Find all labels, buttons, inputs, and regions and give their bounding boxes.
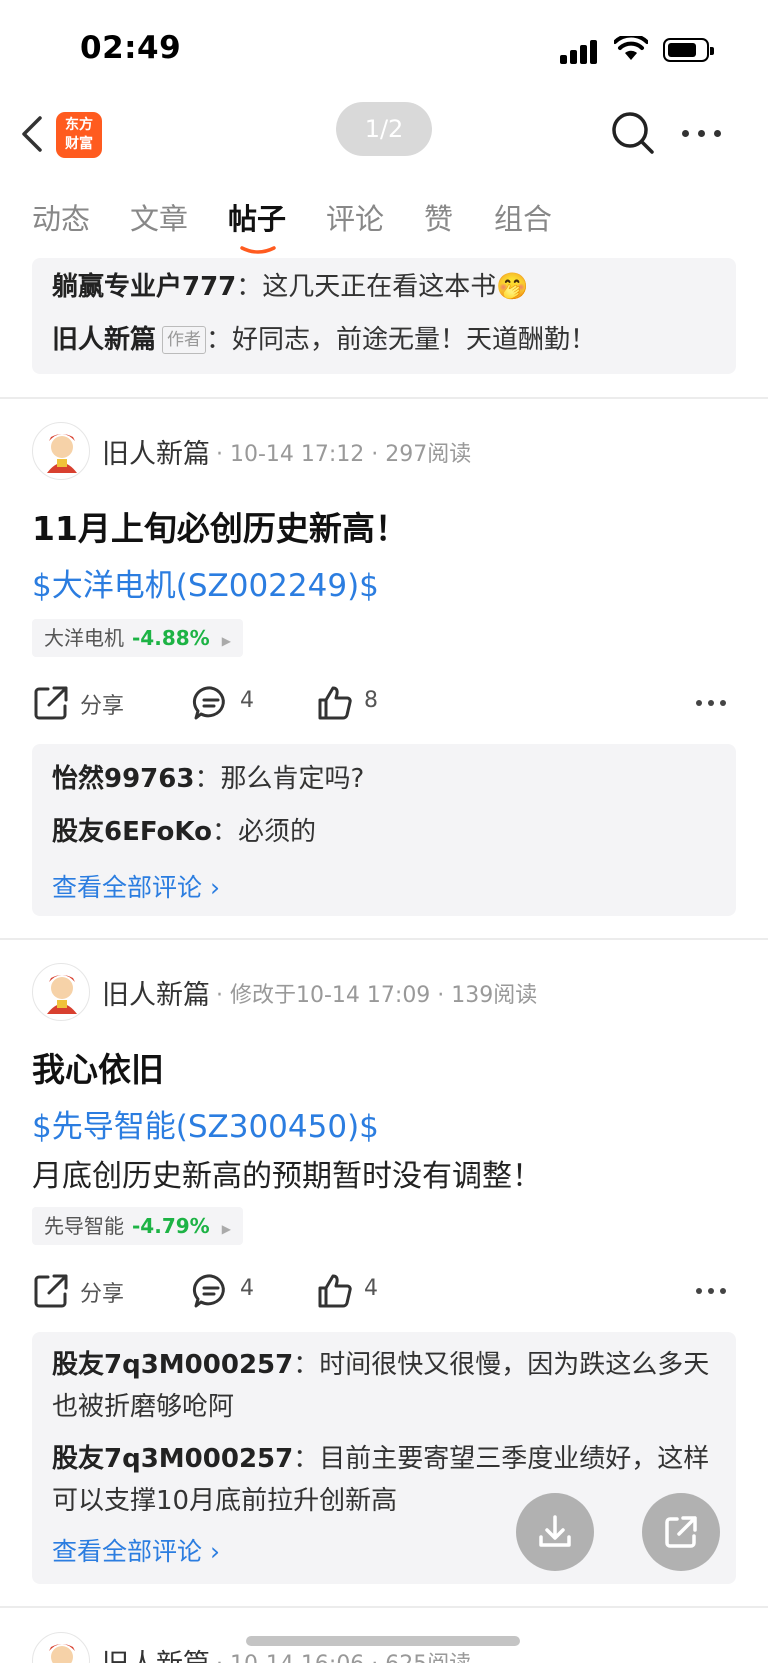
comment-icon: [192, 1274, 225, 1308]
download-button[interactable]: [516, 1493, 594, 1571]
post-actions: 分享 4 8: [32, 680, 736, 728]
post-more-icon[interactable]: [696, 700, 726, 706]
stock-link[interactable]: $大洋电机(SZ002249)$: [32, 560, 379, 605]
author-tag: 作者: [162, 326, 207, 354]
like-button[interactable]: 8: [316, 680, 396, 724]
app-logo[interactable]: 东方 财富: [56, 112, 102, 158]
like-button[interactable]: 4: [316, 1268, 396, 1312]
post-meta: · 修改于10-14 17:09 · 139阅读: [216, 983, 538, 1008]
search-icon[interactable]: [610, 110, 656, 156]
stock-change: -4.88%: [132, 626, 210, 650]
avatar-icon: [47, 975, 77, 1014]
post-title[interactable]: 11月上旬必创历史新高！: [32, 502, 408, 550]
avatar-icon: [49, 1644, 75, 1663]
top-nav-bar: 东方 财富 1/2: [0, 96, 768, 176]
comment-line: 股友6EFoKo：必须的: [52, 817, 317, 847]
comment-line: 怡然99763：那么肯定吗?: [52, 764, 365, 794]
comment-user[interactable]: 躺赢专业户777: [52, 272, 236, 302]
comment-user[interactable]: 怡然99763: [52, 764, 194, 794]
post-author[interactable]: 旧人新篇: [102, 973, 210, 1012]
share-icon: [34, 686, 68, 720]
comment-button[interactable]: 4: [192, 1268, 272, 1312]
comment-user[interactable]: 股友7q3M000257: [52, 1444, 293, 1474]
post-header: 旧人新篇 · 10-14 17:12 · 297阅读: [32, 422, 732, 482]
status-bar: 02:49: [0, 0, 768, 96]
chip-arrow-icon: ▶: [221, 634, 231, 648]
avatar[interactable]: [32, 1632, 90, 1663]
comment-line: 旧人新篇 作者 ：好同志，前途无量！天道酬勤！: [52, 325, 597, 355]
comment-user[interactable]: 旧人新篇: [52, 325, 156, 355]
comment-preview-box[interactable]: 怡然99763：那么肯定吗? 股友6EFoKo：必须的 查看全部评论 ›: [32, 744, 736, 916]
avatar-icon: [47, 434, 77, 473]
wifi-icon: [614, 36, 648, 60]
stock-quote-chip[interactable]: 先导智能 -4.79% ▶: [32, 1207, 243, 1245]
comment-icon: [192, 686, 225, 720]
battery-icon: [663, 38, 714, 62]
comment-text: 好同志，前途无量！天道酬勤！: [232, 325, 597, 355]
comment-line: 股友7q3M000257：时间很快又很慢，因为跌这么多天也被折磨够呛阿: [52, 1350, 710, 1422]
share-button[interactable]: 分享: [32, 1268, 142, 1312]
stock-change: -4.79%: [132, 1214, 210, 1238]
tab-dongtai[interactable]: 动态: [32, 196, 90, 238]
view-all-comments-link[interactable]: 查看全部评论 ›: [52, 1532, 220, 1568]
post-meta: · 10-14 17:12 · 297阅读: [216, 442, 472, 467]
share-icon: [665, 1516, 697, 1548]
float-share-button[interactable]: [642, 1493, 720, 1571]
post-author[interactable]: 旧人新篇: [102, 1642, 210, 1663]
post-more-icon[interactable]: [696, 1288, 726, 1294]
status-time: 02:49: [80, 30, 182, 66]
avatar[interactable]: [32, 963, 90, 1021]
stock-quote-chip[interactable]: 大洋电机 -4.88% ▶: [32, 619, 243, 657]
active-tab-indicator: [240, 246, 276, 254]
comment-line: 躺赢专业户777：这几天正在看这本书🤭: [52, 272, 529, 302]
page-indicator[interactable]: 1/2: [336, 102, 432, 156]
post-meta: · 10-14 16:06 · 625阅读: [216, 1646, 471, 1663]
home-indicator: [246, 1636, 520, 1646]
tab-articles[interactable]: 文章: [130, 196, 188, 238]
post-body[interactable]: 月底创历史新高的预期暂时没有调整！: [32, 1151, 542, 1195]
comment-button[interactable]: 4: [192, 680, 272, 724]
comment-text: 那么肯定吗?: [220, 764, 365, 794]
cellular-signal-icon: [560, 38, 600, 64]
comment-preview-box[interactable]: 股友7q3M000257：时间很快又很慢，因为跌这么多天也被折磨够呛阿 股友7q…: [32, 1332, 736, 1584]
avatar[interactable]: [32, 422, 90, 480]
comment-user[interactable]: 股友6EFoKo: [52, 817, 212, 847]
comment-preview-box[interactable]: 躺赢专业户777：这几天正在看这本书🤭 旧人新篇 作者 ：好同志，前途无量！天道酬勤…: [32, 258, 736, 374]
comment-line: 股友7q3M000257：目前主要寄望三季度业绩好，这样可以支撑10月底前拉升创…: [52, 1444, 710, 1516]
download-icon: [539, 1515, 571, 1547]
tab-posts[interactable]: 帖子: [228, 196, 286, 238]
tab-likes[interactable]: 赞: [424, 196, 453, 238]
post-header: 旧人新篇 · 修改于10-14 17:09 · 139阅读: [32, 963, 732, 1023]
stock-link[interactable]: $先导智能(SZ300450)$: [32, 1101, 379, 1146]
divider: [0, 938, 768, 940]
share-button[interactable]: 分享: [32, 680, 142, 724]
comment-user[interactable]: 股友7q3M000257: [52, 1350, 293, 1380]
share-icon: [34, 1274, 68, 1308]
post-actions: 分享 4 4: [32, 1268, 736, 1316]
comment-text: 这几天正在看这本书🤭: [262, 272, 529, 302]
divider: [0, 1606, 768, 1608]
divider: [0, 397, 768, 399]
tab-comments[interactable]: 评论: [326, 196, 384, 238]
post-title[interactable]: 我心依旧: [32, 1043, 164, 1091]
stock-name: 大洋电机: [44, 626, 124, 650]
post-author[interactable]: 旧人新篇: [102, 432, 210, 471]
tab-portfolio[interactable]: 组合: [494, 196, 552, 238]
more-options-icon[interactable]: [682, 130, 724, 138]
stock-name: 先导智能: [44, 1214, 124, 1238]
chip-arrow-icon: ▶: [221, 1222, 231, 1236]
comment-text: 必须的: [238, 817, 317, 847]
profile-tabs: 动态 文章 帖子 评论 赞 组合: [0, 196, 768, 256]
back-arrow-icon[interactable]: [18, 114, 48, 154]
thumbs-up-icon: [318, 686, 352, 720]
view-all-comments-link[interactable]: 查看全部评论 ›: [52, 868, 220, 904]
thumbs-up-icon: [318, 1274, 352, 1308]
